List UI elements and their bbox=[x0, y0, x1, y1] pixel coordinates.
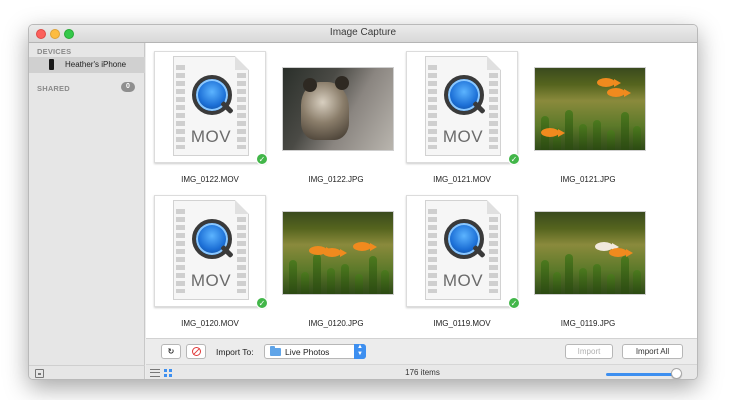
plant-image bbox=[289, 260, 297, 294]
plant-image bbox=[541, 260, 549, 294]
plant-image bbox=[633, 270, 641, 294]
import-destination-select[interactable]: Live Photos ▲ ▼ bbox=[264, 344, 366, 359]
plant-image bbox=[313, 254, 321, 294]
file-type-label: MOV bbox=[190, 271, 232, 290]
plant-image bbox=[355, 274, 363, 294]
plant-image bbox=[327, 268, 335, 294]
plant-image bbox=[341, 264, 349, 294]
photo-thumbnail[interactable]: IMG_0119.JPG bbox=[528, 191, 648, 331]
plant-image bbox=[579, 124, 587, 150]
import-button[interactable]: Import bbox=[565, 344, 613, 359]
thumbnail-area: MOV ✓ IMG_0122.MOV IMG_0122.JPG MOV ✓ IMG_0121… bbox=[146, 43, 697, 338]
checkmark-icon: ✓ bbox=[256, 153, 268, 165]
movie-thumbnail[interactable]: MOV ✓ IMG_0120.MOV bbox=[150, 191, 270, 331]
chevron-updown-icon: ▲ ▼ bbox=[354, 344, 366, 359]
document-icon: MOV bbox=[173, 200, 249, 300]
movie-thumbnail[interactable]: MOV ✓ IMG_0119.MOV bbox=[402, 191, 522, 331]
file-name: IMG_0122.MOV bbox=[181, 175, 239, 184]
page-fold-icon bbox=[235, 56, 249, 70]
sidebar-footer bbox=[29, 365, 145, 379]
import-to-label: Import To: bbox=[216, 347, 254, 357]
plant-image bbox=[621, 112, 629, 150]
checkmark-icon: ✓ bbox=[256, 297, 268, 309]
page-fold-icon bbox=[487, 56, 501, 70]
plant-image bbox=[621, 256, 629, 294]
iphone-icon bbox=[49, 59, 54, 70]
document-icon: MOV bbox=[173, 56, 249, 156]
plant-image bbox=[565, 254, 573, 294]
plant-image bbox=[579, 268, 587, 294]
window-title: Image Capture bbox=[329, 27, 397, 38]
photo-thumbnail[interactable]: IMG_0121.JPG bbox=[528, 47, 648, 187]
rotate-button[interactable]: ↻ bbox=[161, 344, 181, 359]
plant-image bbox=[593, 264, 601, 294]
movie-file-icon: MOV bbox=[406, 51, 518, 163]
bottom-toolbar: ↻ Import To: Live Photos ▲ ▼ Import Impor… bbox=[146, 338, 697, 364]
fish-image bbox=[597, 78, 621, 87]
image-capture-window: Image Capture DEVICES Heather's iPhone S… bbox=[28, 24, 698, 380]
document-icon: MOV bbox=[425, 56, 501, 156]
device-name: Heather's iPhone bbox=[65, 60, 127, 69]
title-bar[interactable]: Image Capture bbox=[29, 25, 697, 43]
file-name: IMG_0121.MOV bbox=[433, 175, 491, 184]
checkmark-icon: ✓ bbox=[508, 297, 520, 309]
fish-image bbox=[353, 242, 377, 251]
movie-file-icon: MOV bbox=[154, 51, 266, 163]
photo-preview bbox=[282, 67, 394, 151]
dog-ear bbox=[335, 76, 349, 90]
thumbnail-size-slider[interactable] bbox=[606, 373, 680, 376]
movie-file-icon: MOV bbox=[154, 195, 266, 307]
file-name: IMG_0122.JPG bbox=[308, 175, 364, 184]
movie-file-icon: MOV bbox=[406, 195, 518, 307]
movie-thumbnail[interactable]: MOV ✓ IMG_0121.MOV bbox=[402, 47, 522, 187]
file-name: IMG_0119.MOV bbox=[433, 319, 491, 328]
import-all-button[interactable]: Import All bbox=[622, 344, 683, 359]
plant-image bbox=[633, 126, 641, 150]
checkmark-icon: ✓ bbox=[508, 153, 520, 165]
file-type-label: MOV bbox=[442, 127, 484, 146]
plant-image bbox=[607, 130, 615, 150]
fish-image bbox=[609, 248, 633, 257]
sidebar-toggle-icon[interactable] bbox=[35, 369, 44, 378]
sidebar-item-iphone[interactable]: Heather's iPhone bbox=[29, 57, 145, 73]
plant-image bbox=[593, 120, 601, 150]
sidebar: DEVICES Heather's iPhone SHARED 0 bbox=[29, 43, 145, 379]
devices-header: DEVICES bbox=[37, 47, 72, 56]
folder-icon bbox=[270, 346, 281, 356]
movie-thumbnail[interactable]: MOV ✓ IMG_0122.MOV bbox=[150, 47, 270, 187]
file-name: IMG_0120.MOV bbox=[181, 319, 239, 328]
plant-image bbox=[565, 110, 573, 150]
fish-image bbox=[323, 248, 347, 257]
import-destination-value: Live Photos bbox=[285, 347, 330, 357]
plant-image bbox=[369, 256, 377, 294]
fish-image bbox=[607, 88, 631, 97]
file-type-label: MOV bbox=[442, 271, 484, 290]
plant-image bbox=[553, 272, 561, 294]
shared-header: SHARED bbox=[37, 84, 70, 93]
photo-thumbnail[interactable]: IMG_0120.JPG bbox=[276, 191, 396, 331]
page-fold-icon bbox=[235, 200, 249, 214]
document-icon: MOV bbox=[425, 200, 501, 300]
file-name: IMG_0120.JPG bbox=[308, 319, 364, 328]
dog-ear bbox=[303, 78, 317, 92]
photo-preview bbox=[534, 211, 646, 295]
delete-icon bbox=[191, 347, 201, 356]
fish-image bbox=[541, 128, 565, 137]
file-type-label: MOV bbox=[190, 127, 232, 146]
file-name: IMG_0121.JPG bbox=[560, 175, 616, 184]
thumbnail-size-slider-knob[interactable] bbox=[671, 368, 683, 379]
delete-button[interactable] bbox=[186, 344, 206, 359]
plant-image bbox=[301, 272, 309, 294]
photo-thumbnail[interactable]: IMG_0122.JPG bbox=[276, 47, 396, 187]
thumbnail-grid: MOV ✓ IMG_0122.MOV IMG_0122.JPG MOV ✓ IMG_0121… bbox=[146, 43, 697, 338]
file-name: IMG_0119.JPG bbox=[560, 319, 616, 328]
shared-count-badge: 0 bbox=[121, 82, 135, 92]
plant-image bbox=[381, 270, 389, 294]
status-bar: 176 items bbox=[146, 364, 697, 379]
photo-preview bbox=[282, 211, 394, 295]
plant-image bbox=[607, 274, 615, 294]
page-fold-icon bbox=[487, 200, 501, 214]
photo-preview bbox=[534, 67, 646, 151]
